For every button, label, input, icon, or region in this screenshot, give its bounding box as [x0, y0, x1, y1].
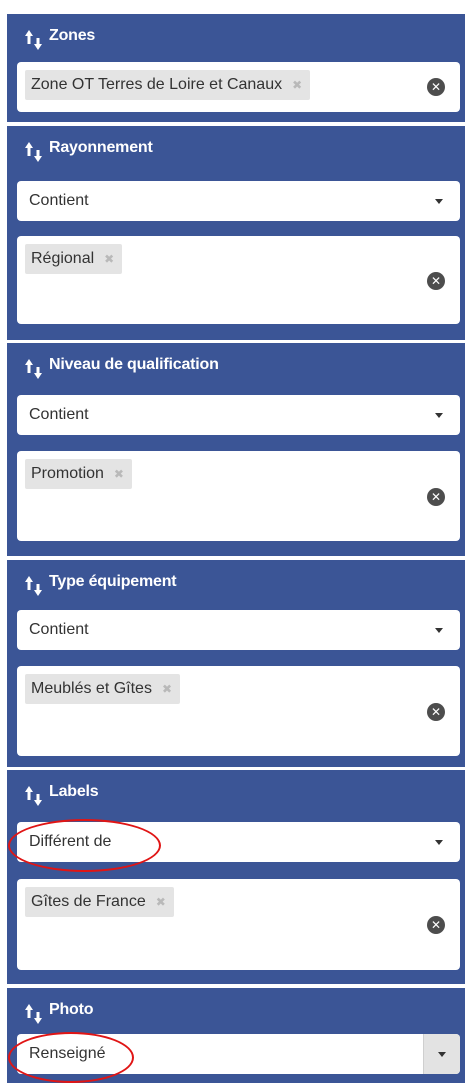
- tag-remove-icon[interactable]: ✖: [104, 252, 114, 266]
- panel-header[interactable]: Photo: [23, 1000, 94, 1026]
- panel-title: Zones: [49, 27, 96, 44]
- clear-icon[interactable]: ✕: [427, 272, 445, 290]
- caret-down-icon: [435, 199, 443, 204]
- sort-arrows-icon[interactable]: [23, 1000, 45, 1026]
- filter-panel-niveau: Niveau de qualification Contient Promoti…: [7, 343, 465, 556]
- filter-panel-labels: Labels Différent de Gîtes de France ✖ ✕: [7, 770, 465, 984]
- operator-value: Contient: [29, 192, 89, 209]
- panel-header[interactable]: Niveau de qualification: [23, 355, 219, 381]
- filter-panel-rayonnement: Rayonnement Contient Régional ✖ ✕: [7, 126, 465, 340]
- operator-select[interactable]: Différent de: [17, 822, 460, 862]
- selected-tag: Régional ✖: [25, 244, 123, 274]
- panel-title: Labels: [49, 783, 99, 800]
- panel-header[interactable]: Zones: [23, 26, 95, 52]
- operator-select[interactable]: Contient: [17, 610, 460, 650]
- tag-label: Meublés et Gîtes: [31, 680, 152, 697]
- tag-remove-icon[interactable]: ✖: [156, 895, 166, 909]
- tag-label: Promotion: [31, 465, 104, 482]
- tag-remove-icon[interactable]: ✖: [162, 682, 172, 696]
- tag-remove-icon[interactable]: ✖: [114, 467, 124, 481]
- tag-input[interactable]: Meublés et Gîtes ✖ ✕: [17, 666, 460, 756]
- caret-down-icon: [435, 413, 443, 418]
- clear-icon[interactable]: ✕: [427, 78, 445, 96]
- tag-input[interactable]: Gîtes de France ✖ ✕: [17, 879, 460, 970]
- tag-input[interactable]: Régional ✖ ✕: [17, 236, 460, 324]
- operator-select[interactable]: Contient: [17, 395, 460, 435]
- selected-tag: Zone OT Terres de Loire et Canaux ✖: [25, 70, 311, 100]
- caret-down-icon: [435, 628, 443, 633]
- operator-select[interactable]: Contient: [17, 181, 460, 221]
- filter-panel-zones: Zones Zone OT Terres de Loire et Canaux …: [7, 14, 465, 122]
- sort-arrows-icon[interactable]: [23, 138, 45, 164]
- sort-arrows-icon[interactable]: [23, 782, 45, 808]
- filter-panel-photo: Photo Renseigné: [7, 988, 465, 1083]
- operator-value: Contient: [29, 406, 89, 423]
- sort-arrows-icon[interactable]: [23, 355, 45, 381]
- clear-icon[interactable]: ✕: [427, 703, 445, 721]
- panel-header[interactable]: Type équipement: [23, 572, 177, 598]
- tag-label: Gîtes de France: [31, 893, 146, 910]
- tag-label: Zone OT Terres de Loire et Canaux: [31, 76, 283, 93]
- tag-input[interactable]: Zone OT Terres de Loire et Canaux ✖ ✕: [17, 62, 460, 112]
- panel-title: Niveau de qualification: [49, 356, 219, 373]
- caret-down-icon: [435, 840, 443, 845]
- panel-header[interactable]: Rayonnement: [23, 138, 153, 164]
- clear-icon[interactable]: ✕: [427, 916, 445, 934]
- tag-input[interactable]: Promotion ✖ ✕: [17, 451, 460, 541]
- panel-title: Photo: [49, 1001, 94, 1018]
- operator-value: Contient: [29, 621, 89, 638]
- selected-tag: Promotion ✖: [25, 459, 132, 489]
- tag-remove-icon[interactable]: ✖: [292, 78, 302, 92]
- selected-tag: Gîtes de France ✖: [25, 887, 174, 917]
- clear-icon[interactable]: ✕: [427, 488, 445, 506]
- panel-header[interactable]: Labels: [23, 782, 99, 808]
- selected-tag: Meublés et Gîtes ✖: [25, 674, 181, 704]
- dropdown-button[interactable]: [423, 1034, 460, 1074]
- sort-arrows-icon[interactable]: [23, 26, 45, 52]
- operator-select[interactable]: Renseigné: [17, 1034, 460, 1074]
- panel-title: Rayonnement: [49, 139, 153, 156]
- sort-arrows-icon[interactable]: [23, 572, 45, 598]
- operator-value: Différent de: [29, 833, 112, 850]
- filter-panel-type-equipement: Type équipement Contient Meublés et Gîte…: [7, 560, 465, 767]
- caret-down-icon: [438, 1052, 446, 1057]
- operator-value: Renseigné: [29, 1045, 106, 1062]
- panel-title: Type équipement: [49, 573, 177, 590]
- tag-label: Régional: [31, 250, 95, 267]
